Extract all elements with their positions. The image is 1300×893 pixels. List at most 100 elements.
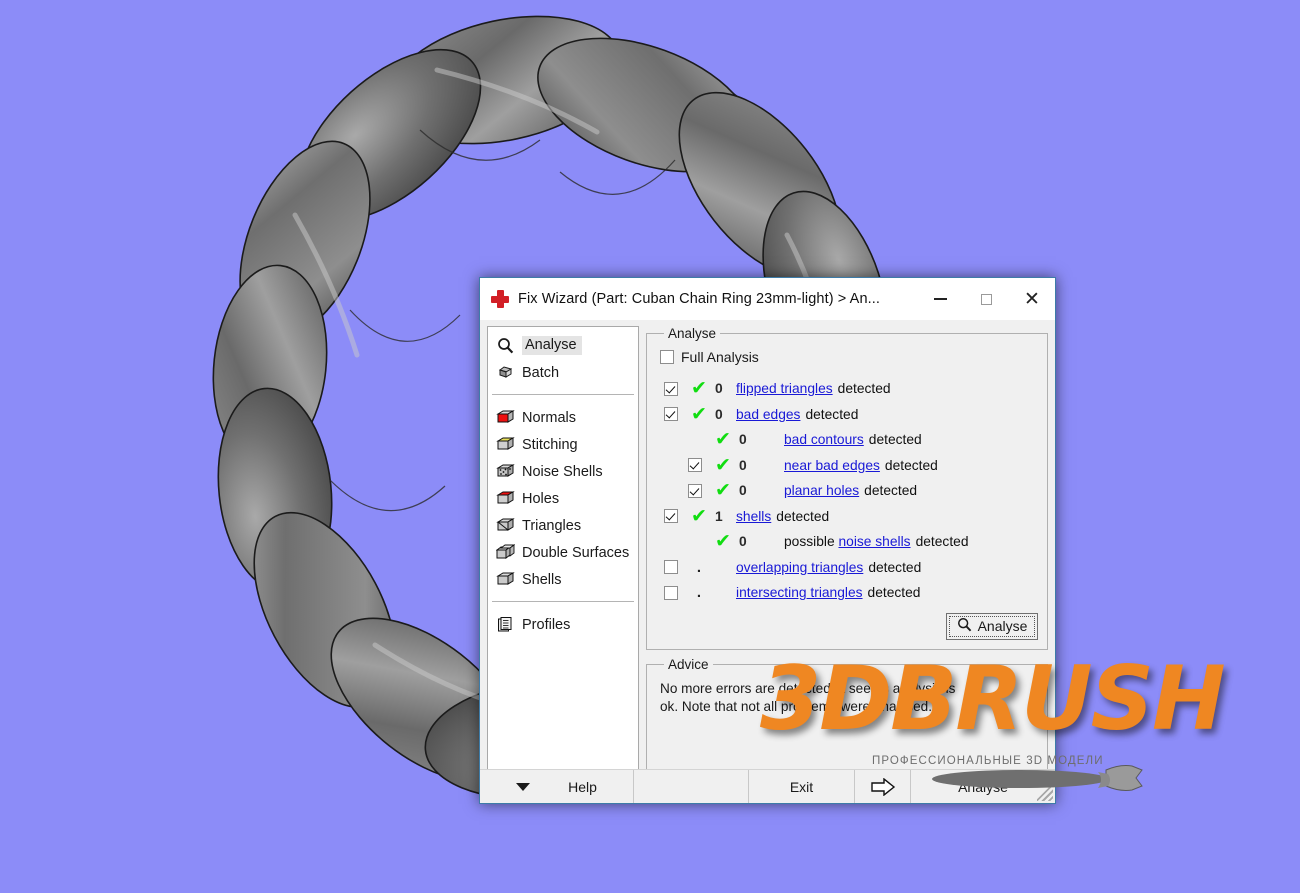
right-pane: Analyse Full Analysis ✔ 0 flipped triangle… [646, 326, 1048, 771]
advice-group-legend: Advice [668, 656, 709, 672]
sidebar-item-profiles[interactable]: Profiles [488, 611, 638, 638]
exit-button[interactable]: Exit [749, 770, 855, 803]
analysis-row-text: bad contours detected [760, 432, 1038, 447]
analysis-row[interactable]: ✔ 0 flipped triangles detected [656, 376, 1038, 402]
analysis-row-checkbox-cell[interactable] [656, 381, 686, 396]
analysis-row-checkbox[interactable] [664, 560, 678, 575]
advice-group: Advice No more errors are detected, it s… [646, 656, 1048, 771]
analysis-row-checkbox[interactable] [664, 509, 678, 524]
cube-icon [494, 570, 516, 590]
sidebar-item-label: Normals [522, 409, 576, 426]
analysis-row-count: 0 [739, 457, 747, 473]
resize-grip[interactable] [1037, 785, 1053, 801]
status-dot-icon: . [686, 585, 712, 600]
analysis-results-list: ✔ 0 flipped triangles detected ✔ 0 bad edges de… [656, 376, 1038, 606]
right-arrow-icon [870, 777, 895, 796]
analysis-row[interactable]: ✔ 1 shells detected [656, 504, 1038, 530]
analysis-row-link[interactable]: overlapping triangles [736, 560, 863, 575]
analysis-row-count: 0 [715, 406, 723, 422]
analysis-row-checkbox[interactable] [688, 458, 702, 473]
stack-icon [494, 363, 516, 383]
sidebar-item-analyse[interactable]: Analyse [488, 332, 638, 359]
analysis-row-checkbox-cell[interactable] [680, 483, 710, 498]
analysis-row[interactable]: ✔ 0 near bad edges detected [656, 453, 1038, 479]
analysis-row-prefix: possible [784, 534, 839, 550]
analysis-row-link[interactable]: planar holes [784, 483, 859, 498]
analyse-bottom-button[interactable]: Analyse [911, 770, 1055, 803]
sidebar-item-noise-shells[interactable]: Noise Shells [488, 458, 638, 485]
analysis-row-count: 1 [715, 508, 723, 524]
full-analysis-row[interactable]: Full Analysis [660, 349, 1038, 365]
full-analysis-label: Full Analysis [681, 349, 759, 365]
sidebar-item-holes[interactable]: Holes [488, 485, 638, 512]
analysis-row-checkbox-cell[interactable] [656, 509, 686, 524]
sidebar-divider-2 [492, 601, 634, 602]
analysis-row-text: intersecting triangles detected [736, 585, 1038, 600]
sidebar-item-double-surfaces[interactable]: Double Surfaces [488, 539, 638, 566]
help-button[interactable]: Help [480, 770, 634, 803]
analysis-row-checkbox-cell[interactable] [680, 458, 710, 473]
analysis-row-checkbox[interactable] [664, 585, 678, 600]
advice-line-1: No more errors are detected, it seems an… [660, 680, 956, 696]
analysis-row-suffix: detected [867, 585, 921, 601]
green-check-icon: ✔ [710, 532, 736, 551]
status-mark: ✔ [715, 428, 731, 451]
advice-line-2: ok. Note that not all problems were anal… [660, 698, 933, 714]
analysis-row[interactable]: . intersecting triangles detected [656, 580, 1038, 606]
sidebar-item-batch[interactable]: Batch [488, 359, 638, 386]
hole-cube-icon [494, 489, 516, 509]
sidebar-item-shells[interactable]: Shells [488, 566, 638, 593]
analysis-row-checkbox-cell[interactable] [656, 585, 686, 600]
status-mark: ✔ [715, 530, 731, 553]
sidebar-nav[interactable]: Analyse Batch Normals Stitching Noise Sh… [487, 326, 639, 771]
status-mark: ✔ [715, 453, 731, 476]
analysis-row-text: near bad edges detected [760, 458, 1038, 473]
analysis-row[interactable]: ✔ 0 possible noise shells detected [656, 529, 1038, 555]
analysis-row-checkbox[interactable] [664, 381, 678, 396]
analysis-row-link[interactable]: bad edges [736, 407, 800, 422]
analysis-row-checkbox-cell[interactable] [656, 407, 686, 422]
bottom-bar-spacer [634, 770, 749, 803]
maximize-button[interactable] [963, 278, 1009, 320]
close-button[interactable]: ✕ [1009, 278, 1055, 320]
green-check-icon: ✔ [710, 430, 736, 449]
analysis-row-link[interactable]: shells [736, 509, 771, 524]
analysis-row-checkbox[interactable] [688, 483, 702, 498]
status-mark: ✔ [691, 377, 707, 400]
window-titlebar[interactable]: Fix Wizard (Part: Cuban Chain Ring 23mm-… [480, 278, 1055, 320]
next-arrow-button[interactable] [855, 770, 911, 803]
analysis-row-link[interactable]: flipped triangles [736, 381, 833, 396]
analysis-row[interactable]: ✔ 0 planar holes detected [656, 478, 1038, 504]
analysis-row[interactable]: ✔ 0 bad edges detected [656, 402, 1038, 428]
analysis-row-link[interactable]: bad contours [784, 432, 864, 447]
red-cross-icon [491, 290, 509, 308]
close-icon: ✕ [1024, 288, 1040, 310]
analysis-row-link[interactable]: intersecting triangles [736, 585, 863, 600]
analysis-row-suffix: detected [837, 381, 891, 397]
triangle-cube-icon [494, 516, 516, 536]
analysis-row-link[interactable]: noise shells [838, 534, 910, 549]
exit-label: Exit [789, 778, 814, 795]
magnifier-icon [957, 617, 972, 635]
sidebar-item-normals[interactable]: Normals [488, 404, 638, 431]
analysis-row-text: shells detected [736, 509, 1038, 524]
analysis-row[interactable]: ✔ 0 bad contours detected [656, 427, 1038, 453]
fix-wizard-dialog[interactable]: Fix Wizard (Part: Cuban Chain Ring 23mm-… [479, 277, 1056, 804]
magnifier-icon [494, 336, 516, 356]
analyse-bottom-label: Analyse [958, 778, 1008, 795]
minimize-button[interactable] [917, 278, 963, 320]
maximize-icon [980, 293, 992, 305]
analysis-row[interactable]: . overlapping triangles detected [656, 555, 1038, 581]
sidebar-item-label: Stitching [522, 436, 578, 453]
analysis-row-suffix: detected [915, 534, 969, 550]
analysis-row-checkbox[interactable] [664, 407, 678, 422]
analysis-row-checkbox-cell[interactable] [656, 560, 686, 575]
full-analysis-checkbox[interactable] [660, 350, 674, 364]
analysis-row-suffix: detected [805, 406, 859, 422]
analyse-panel-button[interactable]: Analyse [946, 612, 1038, 640]
sidebar-item-label: Shells [522, 571, 562, 588]
sidebar-item-triangles[interactable]: Triangles [488, 512, 638, 539]
analysis-row-link[interactable]: near bad edges [784, 458, 880, 473]
sidebar-item-stitching[interactable]: Stitching [488, 431, 638, 458]
analyse-group-legend: Analyse [668, 326, 717, 341]
